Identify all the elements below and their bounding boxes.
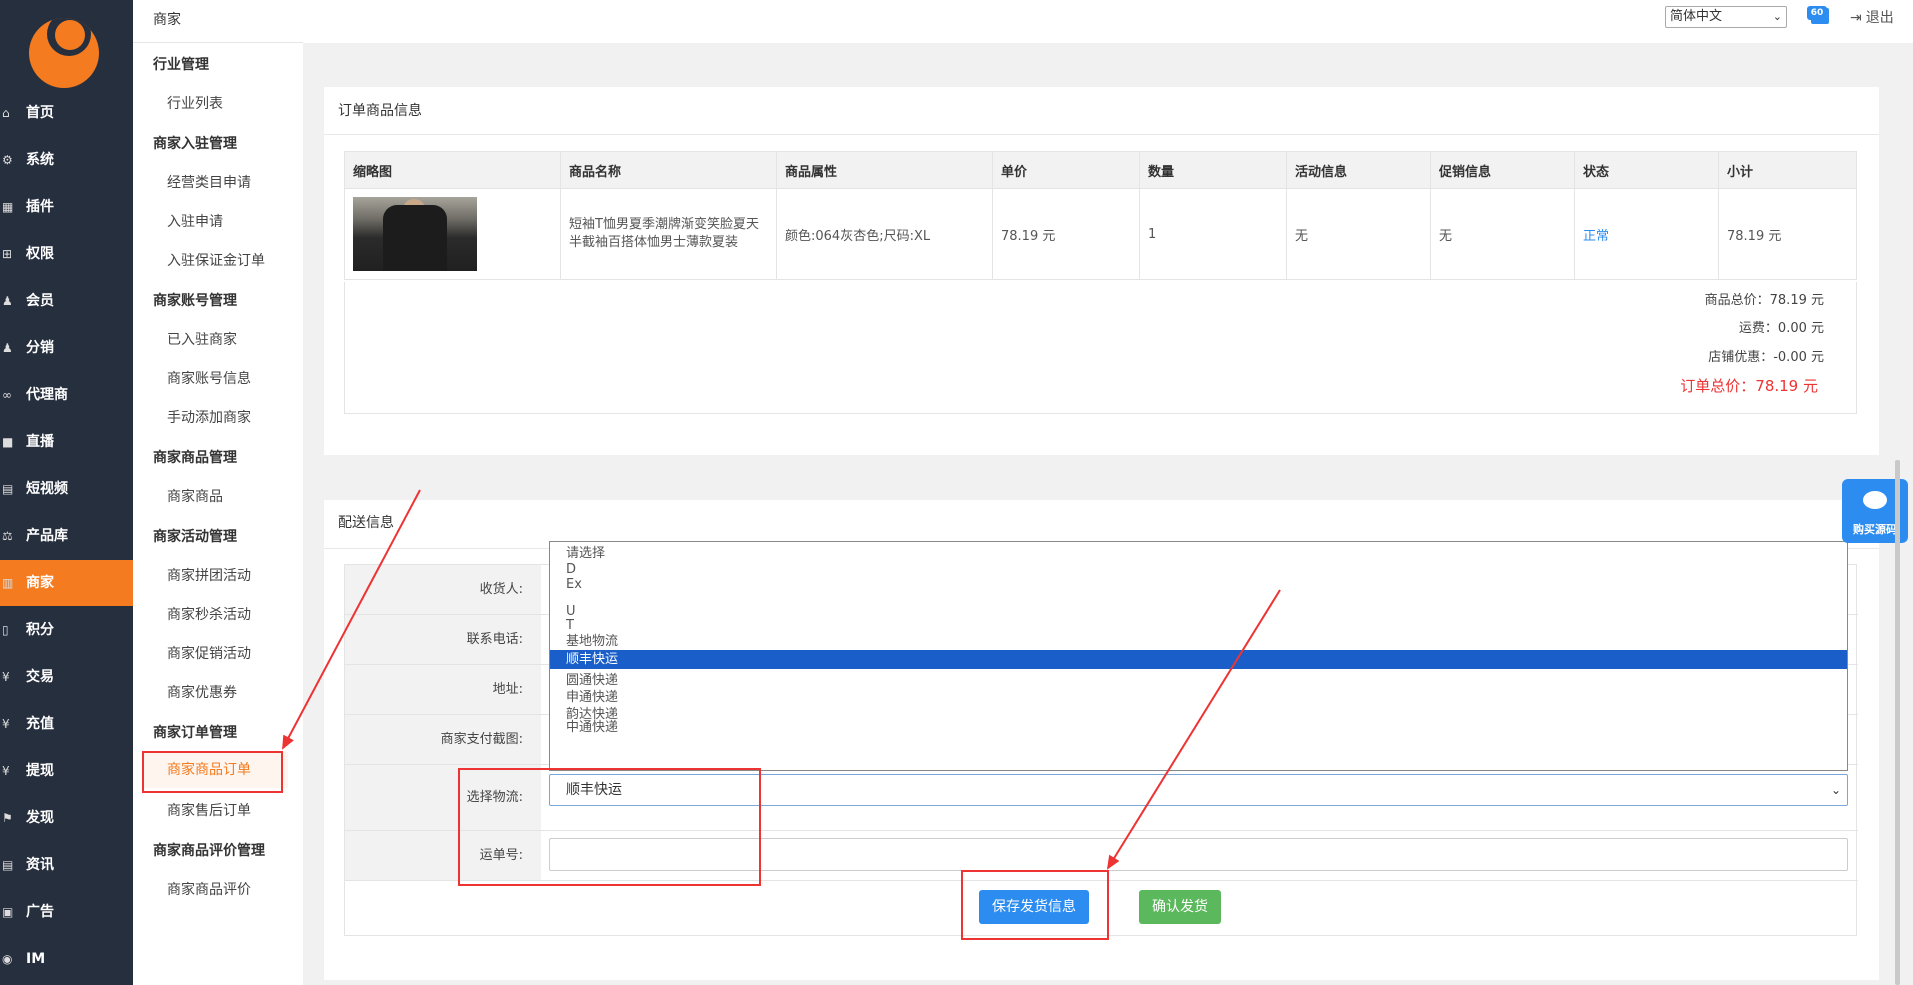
chat-icon [1863,491,1887,509]
annotation-arrows [282,489,1281,870]
scrollbar[interactable] [1895,460,1900,985]
